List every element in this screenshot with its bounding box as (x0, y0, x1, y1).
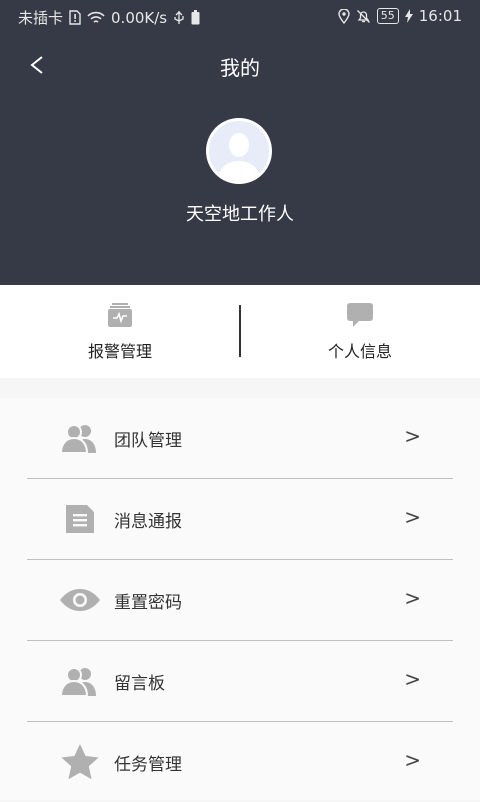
star-icon (59, 742, 101, 782)
avatar[interactable] (206, 118, 272, 184)
menu-item-label: 任务管理 (114, 755, 182, 775)
menu-item-team-management[interactable]: 团队管理 > (27, 398, 453, 479)
menu-item-label: 重置密码 (114, 593, 182, 613)
chevron-right-icon: > (404, 667, 421, 691)
menu-list: 团队管理 > 消息通报 > 重置密码 > 留言板 > 任务管理 > (0, 398, 480, 800)
menu-item-message-board[interactable]: 留言板 > (27, 641, 453, 722)
alarm-clipboard-icon (107, 302, 133, 332)
battery-level: 55 (376, 8, 399, 24)
chat-bubble-icon (346, 302, 374, 332)
status-bar-left: 未插卡 0.00K/s (18, 7, 200, 28)
chevron-right-icon: > (404, 505, 421, 529)
mute-bell-icon (356, 9, 371, 24)
alarm-management-button[interactable]: 报警管理 (0, 285, 240, 378)
menu-item-task-management[interactable]: 任务管理 > (27, 722, 453, 802)
user-name: 天空地工作人 (186, 204, 294, 225)
sim-alert-icon (69, 10, 81, 25)
network-speed: 0.00K/s (111, 8, 168, 27)
profile-header: 未插卡 0.00K/s 55 16:01 我的 天空地工作人 (0, 0, 480, 285)
page-title: 我的 (220, 56, 260, 80)
charging-icon (404, 9, 413, 23)
status-bar: 未插卡 0.00K/s 55 16:01 (0, 0, 480, 34)
menu-item-label: 团队管理 (114, 431, 182, 451)
menu-item-reset-password[interactable]: 重置密码 > (27, 560, 453, 641)
team-icon (59, 418, 101, 458)
clock: 16:01 (418, 7, 462, 25)
menu-item-label: 消息通报 (114, 512, 182, 532)
location-icon (338, 8, 350, 24)
personal-info-button[interactable]: 个人信息 (240, 285, 480, 378)
usb-icon (173, 10, 185, 25)
people-icon (59, 661, 101, 701)
wifi-icon (87, 11, 105, 25)
chevron-right-icon: > (404, 424, 421, 448)
avatar-placeholder-icon (209, 121, 269, 181)
menu-item-label: 留言板 (114, 674, 165, 694)
status-bar-right: 55 16:01 (338, 7, 462, 25)
quick-actions-bar: 报警管理 个人信息 (0, 285, 480, 378)
chevron-right-icon: > (404, 586, 421, 610)
alarm-management-label: 报警管理 (87, 341, 152, 361)
battery-small-icon (191, 10, 200, 25)
menu-item-message-notice[interactable]: 消息通报 > (27, 479, 453, 560)
document-icon (59, 499, 101, 539)
carrier-label: 未插卡 (18, 9, 64, 27)
eye-icon (59, 580, 101, 620)
personal-info-label: 个人信息 (327, 341, 392, 361)
chevron-right-icon: > (404, 748, 421, 772)
